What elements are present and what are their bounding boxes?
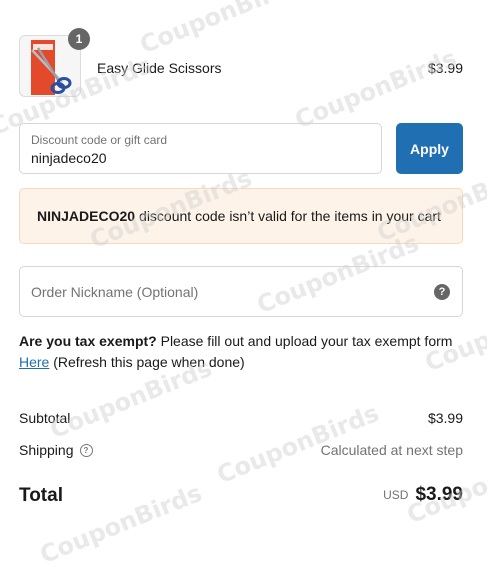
tax-exempt-text: Please fill out and upload your tax exem…: [160, 333, 453, 349]
order-nickname-placeholder: Order Nickname (Optional): [31, 284, 199, 300]
shipping-row-label: Shipping?: [19, 442, 93, 458]
tax-exempt-notice: Are you tax exempt? Please fill out and …: [19, 331, 469, 373]
tax-exempt-refresh-note: (Refresh this page when done): [53, 354, 245, 370]
tax-exempt-link[interactable]: Here: [19, 354, 49, 370]
discount-error-alert: NINJADECO20 discount code isn’t valid fo…: [19, 188, 463, 244]
shipping-value: Calculated at next step: [320, 442, 463, 458]
product-price: $3.99: [427, 60, 463, 76]
total-value: $3.99: [415, 484, 463, 505]
invalid-code: NINJADECO20: [37, 208, 136, 224]
currency-code: USD: [383, 487, 409, 502]
tax-exempt-question: Are you tax exempt?: [19, 333, 157, 349]
alert-message: discount code isn’t valid for the items …: [139, 208, 441, 224]
subtotal-label: Subtotal: [19, 410, 71, 426]
product-name: Easy Glide Scissors: [97, 60, 222, 76]
total-amount: USD $3.99: [383, 484, 463, 506]
watermark: CouponBirds: [291, 43, 461, 135]
discount-code-input[interactable]: Discount code or gift card ninjadeco20: [19, 123, 382, 174]
discount-code-value: ninjadeco20: [31, 150, 107, 166]
watermark: CouponBirds: [136, 0, 306, 60]
subtotal-value: $3.99: [427, 410, 463, 426]
order-nickname-input[interactable]: Order Nickname (Optional) ?: [19, 266, 463, 317]
help-icon[interactable]: ?: [434, 284, 450, 300]
quantity-badge: 1: [68, 28, 90, 50]
shipping-help-icon[interactable]: ?: [79, 443, 93, 457]
total-label: Total: [19, 485, 63, 506]
discount-code-label: Discount code or gift card: [31, 133, 168, 147]
shipping-label: Shipping: [19, 442, 74, 458]
apply-button[interactable]: Apply: [396, 123, 463, 174]
